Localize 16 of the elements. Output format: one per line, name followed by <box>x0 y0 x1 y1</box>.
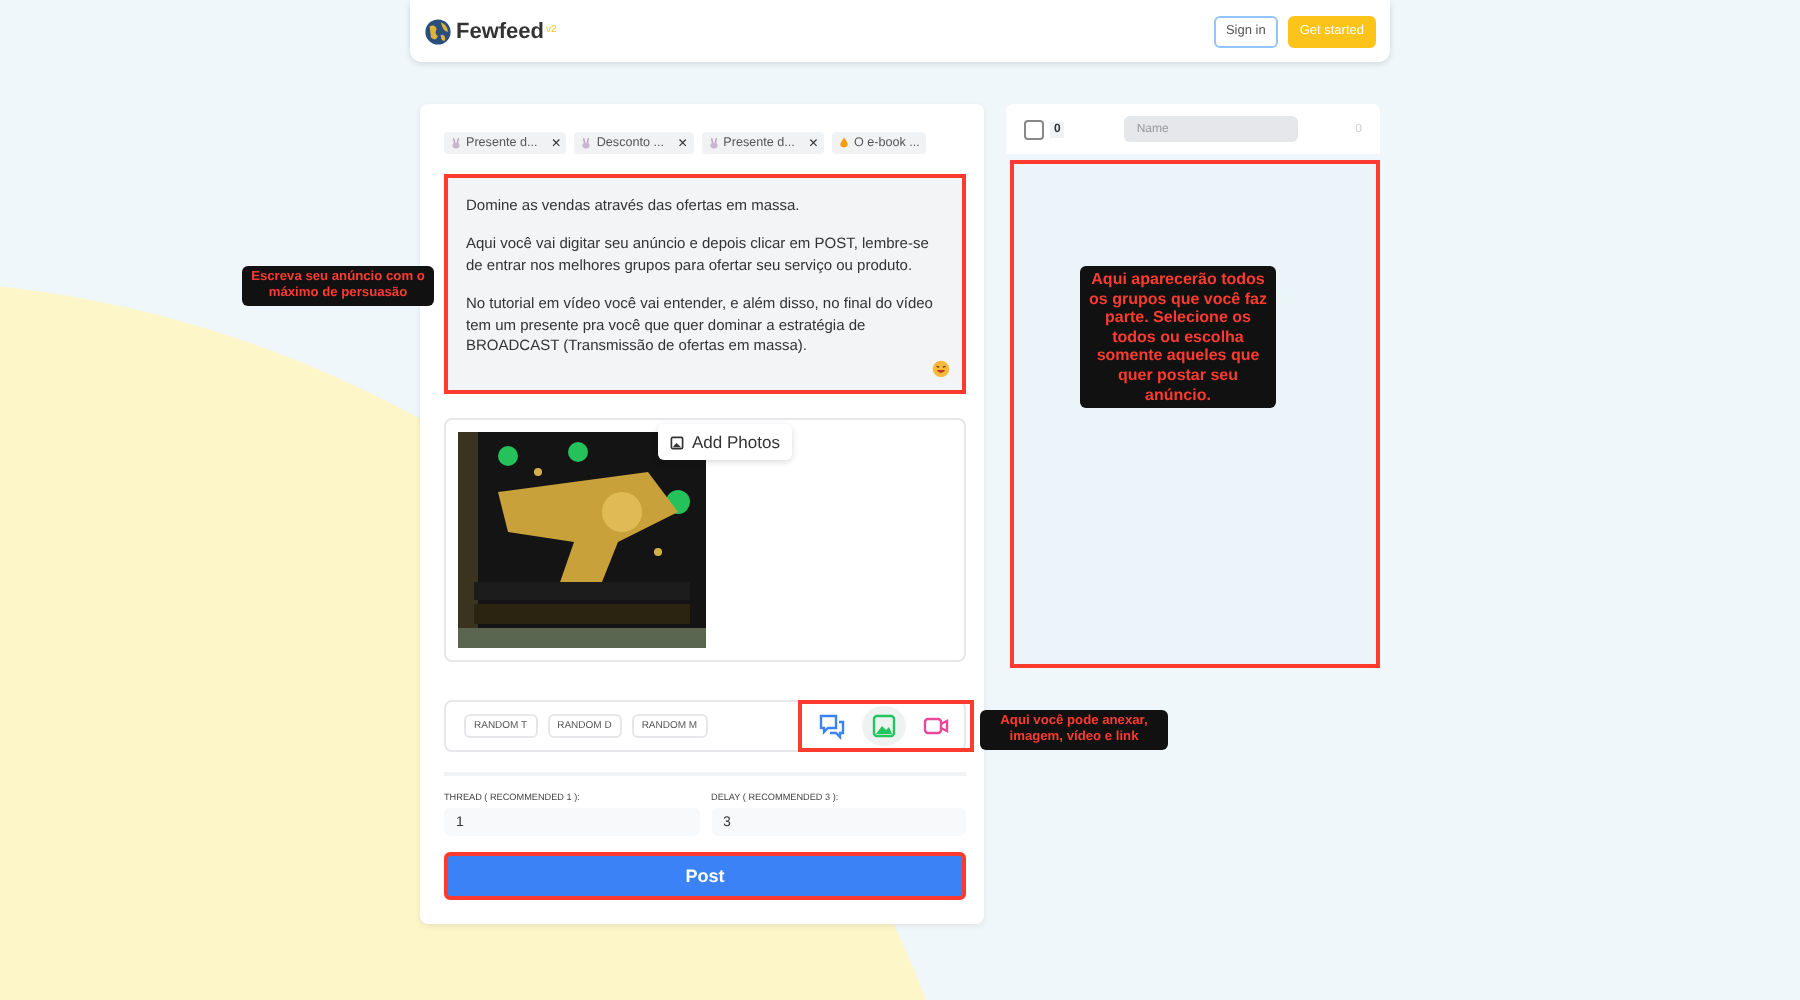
add-photos-button[interactable]: Add Photos <box>658 424 792 460</box>
emoji-icon[interactable] <box>932 360 950 378</box>
annotation-callout: Aqui aparecerão todos os grupos que você faz parte. Selecione os todos ou escolha somente aqueles que quer postar seu anúncio. <box>1080 266 1276 409</box>
rabbit-icon <box>450 136 462 150</box>
globe-logo-icon <box>424 17 452 45</box>
rabbit-icon <box>707 136 720 150</box>
flame-icon <box>838 136 851 150</box>
brand-name: Fewfeed <box>456 19 545 43</box>
rabbit-icon <box>580 136 593 150</box>
image-icon <box>670 435 684 449</box>
remove-icon[interactable]: × <box>677 135 688 151</box>
remove-icon[interactable]: × <box>808 135 819 151</box>
select-all-checkbox[interactable] <box>1024 119 1044 139</box>
remove-icon[interactable]: × <box>551 135 561 151</box>
post-button[interactable]: Post <box>444 852 966 900</box>
image-icon[interactable] <box>862 706 906 746</box>
